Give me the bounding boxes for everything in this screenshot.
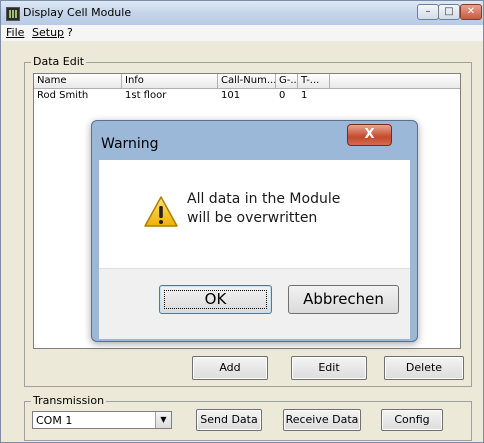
- list-header: Name Info Call-Num... G-... T-...: [34, 74, 460, 89]
- warning-icon: [144, 196, 178, 227]
- menu-bar: File Setup ?: [1, 25, 483, 41]
- menu-file-label: File: [6, 26, 25, 39]
- cell-call-number: 101: [221, 90, 241, 101]
- dialog-body: All data in the Module will be overwritt…: [99, 160, 410, 268]
- dialog-footer: OK Abbrechen: [99, 268, 410, 339]
- col-t[interactable]: T-...: [298, 74, 330, 88]
- cell-name: Rod Smith: [37, 90, 89, 101]
- maximize-button[interactable]: □: [438, 4, 460, 20]
- cell-g: 0: [279, 90, 286, 101]
- minimize-button[interactable]: –: [417, 4, 439, 20]
- menu-file[interactable]: File: [6, 26, 24, 39]
- port-select-value: COM 1: [36, 414, 73, 427]
- menu-setup[interactable]: Setup: [32, 26, 64, 39]
- ok-button[interactable]: OK: [159, 285, 272, 314]
- config-button[interactable]: Config: [381, 409, 443, 431]
- app-icon: [6, 7, 20, 21]
- col-call-number[interactable]: Call-Num...: [218, 74, 276, 88]
- col-g[interactable]: G-...: [276, 74, 298, 88]
- col-name[interactable]: Name: [34, 74, 122, 88]
- add-button[interactable]: Add: [192, 356, 268, 380]
- transmission-label: Transmission: [31, 394, 107, 407]
- port-select[interactable]: COM 1 ▼: [32, 411, 172, 429]
- dialog-close-button[interactable]: X: [347, 124, 392, 146]
- abbrechen-button[interactable]: Abbrechen: [288, 285, 399, 314]
- dialog-message: All data in the Module will be overwritt…: [187, 190, 340, 228]
- dialog-message-line1: All data in the Module: [187, 191, 341, 207]
- main-window: Display Cell Module – □ ✕ File Setup ? D…: [0, 0, 484, 443]
- dialog-message-line2: will be overwritten: [187, 210, 318, 226]
- close-button[interactable]: ✕: [460, 4, 482, 20]
- dialog-title: Warning: [101, 136, 159, 152]
- focus-rect: [164, 290, 267, 309]
- window-title: Display Cell Module: [23, 6, 132, 19]
- chevron-down-icon[interactable]: ▼: [155, 412, 171, 428]
- warning-dialog: Warning X All data in the Module will be…: [91, 120, 418, 342]
- menu-help[interactable]: ?: [67, 26, 73, 39]
- cell-info: 1st floor: [125, 90, 167, 101]
- menu-setup-label: Setup: [32, 26, 65, 39]
- col-info[interactable]: Info: [122, 74, 218, 88]
- title-bar[interactable]: Display Cell Module – □ ✕: [1, 1, 483, 26]
- edit-button[interactable]: Edit: [291, 356, 367, 380]
- data-edit-label: Data Edit: [31, 55, 87, 68]
- delete-button[interactable]: Delete: [384, 356, 464, 380]
- send-data-button[interactable]: Send Data: [196, 409, 262, 431]
- cell-t: 1: [301, 90, 308, 101]
- receive-data-button[interactable]: Receive Data: [283, 409, 361, 431]
